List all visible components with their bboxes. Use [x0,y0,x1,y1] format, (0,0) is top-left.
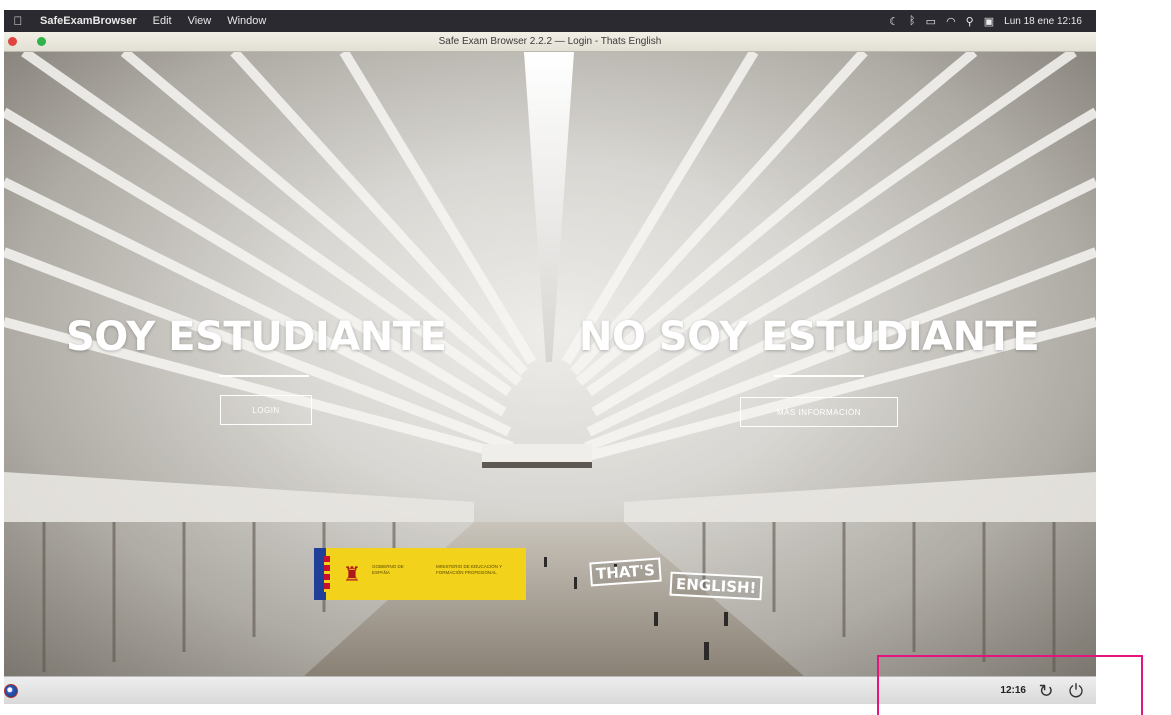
menu-app[interactable]: SafeExamBrowser [32,15,145,27]
logo-word-english: ENGLISH! [669,571,764,601]
battery-icon[interactable]: ▭ [926,15,936,28]
apple-icon[interactable]:  [4,14,32,28]
window-title: Safe Exam Browser 2.2.2 — Login - Thats … [438,36,662,47]
menu-window[interactable]: Window [219,15,274,27]
login-page: SOY ESTUDIANTE LOGIN NO SOY ESTUDIANTE M… [4,52,1096,676]
non-student-divider [774,375,864,377]
menu-view[interactable]: View [180,15,220,27]
ministry-text: MINISTERIO DE EDUCACIÓN Y FORMACIÓN PROF… [436,564,503,575]
screen:  SafeExamBrowser Edit View Window ☾ ᛒ ▭… [4,10,1096,704]
seb-logo-icon[interactable] [4,683,18,698]
menu-edit[interactable]: Edit [145,15,180,27]
menu-bar:  SafeExamBrowser Edit View Window ☾ ᛒ ▭… [4,10,1096,32]
window-title-bar: Safe Exam Browser 2.2.2 — Login - Thats … [4,32,1096,52]
close-window-button[interactable] [8,37,17,46]
coat-of-arms-icon: ♜ [343,563,361,586]
student-divider [219,375,309,377]
moon-icon[interactable]: ☾ [889,15,899,28]
display-icon[interactable]: ▣ [984,15,994,28]
menu-bar-status: ☾ ᛒ ▭ ◠ ⚲ ▣ Lun 18 ene 12:16 [889,15,1096,28]
bluetooth-icon[interactable]: ᛒ [909,15,916,27]
thats-english-logo: THAT'S ENGLISH! [589,557,780,604]
government-logo: ♜ GOBIERNO DE ESPAÑA MINISTERIO DE EDUCA… [314,548,526,600]
zoom-window-button[interactable] [37,37,46,46]
background-photo [4,52,1096,676]
menu-bar-clock[interactable]: Lun 18 ene 12:16 [1004,16,1082,27]
eu-flag-strip [314,548,330,600]
student-heading: SOY ESTUDIANTE [66,314,447,360]
non-student-heading: NO SOY ESTUDIANTE [579,314,1040,360]
logo-word-thats: THAT'S [589,557,662,587]
spotlight-search-icon[interactable]: ⚲ [966,15,974,28]
more-info-button[interactable]: MÁS INFORMACIÓN [740,397,898,427]
annotation-highlight-box [877,655,1143,715]
wifi-icon[interactable]: ◠ [946,15,956,28]
login-button[interactable]: LOGIN [220,395,312,425]
government-text: GOBIERNO DE ESPAÑA [372,564,404,575]
window-controls [8,37,46,46]
